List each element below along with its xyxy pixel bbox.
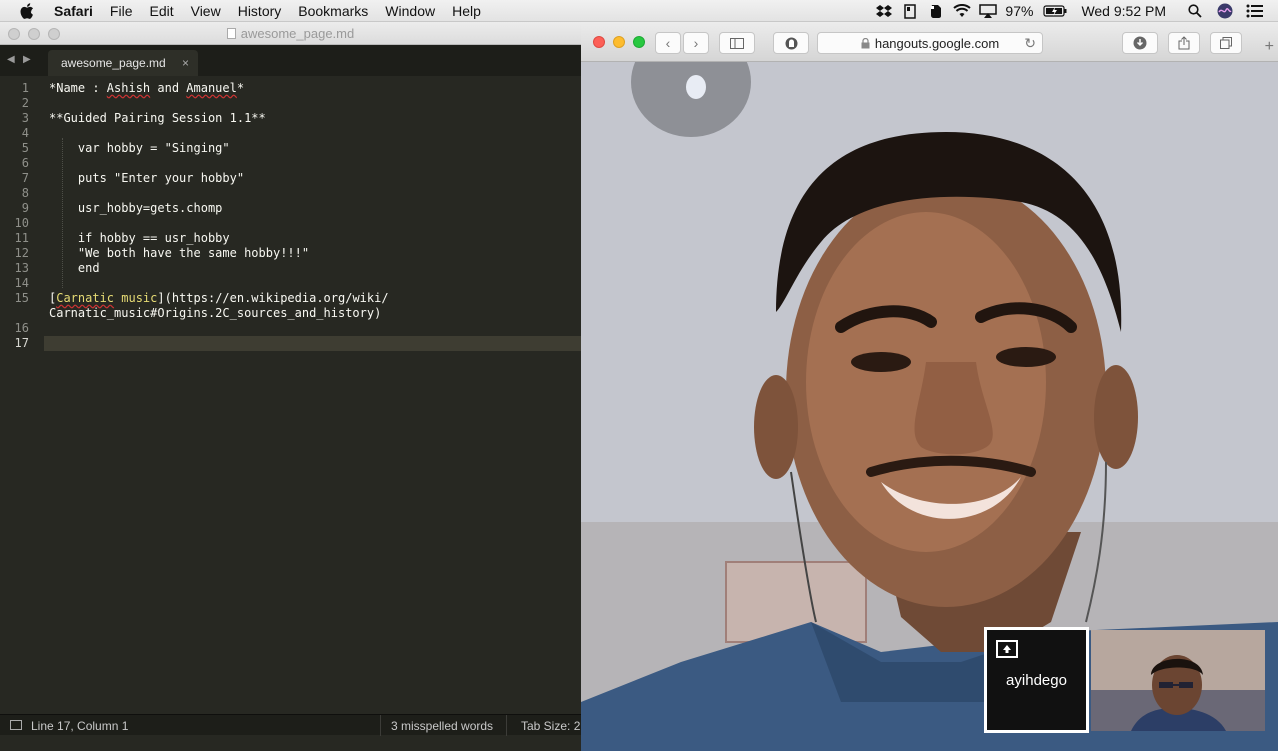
menu-clock[interactable]: Wed 9:52 PM xyxy=(1081,3,1166,19)
back-button[interactable]: ‹ xyxy=(655,32,681,54)
notes-icon[interactable] xyxy=(901,3,919,19)
editor-text-area[interactable]: 1 *Name : Ashish and Amanuel* 2 3 **Guided… xyxy=(0,78,581,714)
code-text: **Guided Pairing Session 1.1** xyxy=(49,111,266,125)
forward-button[interactable]: › xyxy=(683,32,709,54)
line-number: 3 xyxy=(21,111,29,125)
line-number: 1 xyxy=(21,81,29,95)
wifi-icon[interactable] xyxy=(953,3,972,19)
participant-name: ayihdego xyxy=(1006,672,1067,689)
tab-label: awesome_page.md xyxy=(61,56,166,70)
line-number: 12 xyxy=(14,246,29,260)
chevron-left-icon: ‹ xyxy=(665,35,671,51)
status-divider xyxy=(380,715,381,736)
evernote-icon[interactable] xyxy=(927,3,945,19)
menu-window[interactable]: Window xyxy=(385,3,435,19)
menu-view[interactable]: View xyxy=(191,3,221,19)
self-view-frame xyxy=(1091,630,1265,731)
code-text: "We both have the same hobby!!!" xyxy=(49,246,310,260)
line-number: 4 xyxy=(21,126,29,140)
hangouts-main-video: ayihdego xyxy=(581,62,1278,751)
line-number: 16 xyxy=(14,321,29,335)
self-view-video[interactable] xyxy=(1091,630,1265,731)
menu-history[interactable]: History xyxy=(238,3,282,19)
line-number: 7 xyxy=(21,171,29,185)
current-line-highlight xyxy=(44,336,581,351)
chevron-right-icon: › xyxy=(693,35,699,51)
line-number: 5 xyxy=(21,141,29,155)
line-number: 17 xyxy=(14,336,29,350)
editor-window: awesome_page.md ◀ ▶ awesome_page.md × 1 *… xyxy=(0,22,581,751)
safari-close-button[interactable] xyxy=(593,36,605,48)
code-text: *Name : Ashish and Amanuel* xyxy=(49,81,245,95)
line-number: 14 xyxy=(14,276,29,290)
editor-titlebar[interactable]: awesome_page.md xyxy=(0,22,581,45)
safari-zoom-button[interactable] xyxy=(633,36,645,48)
editor-tab-bar: ◀ ▶ awesome_page.md × xyxy=(0,45,581,76)
tab-size-selector[interactable]: Tab Size: 2 xyxy=(521,719,580,733)
siri-icon[interactable] xyxy=(1216,3,1234,19)
notification-center-icon[interactable] xyxy=(1246,3,1264,19)
code-text: [Carnatic music](https://en.wikipedia.or… xyxy=(49,291,389,305)
spelling-status[interactable]: 3 misspelled words xyxy=(391,719,493,733)
menu-app-name[interactable]: Safari xyxy=(54,3,93,19)
code-text: Carnatic_music#Origins.2C_sources_and_hi… xyxy=(49,306,382,320)
tabs-overview-button[interactable] xyxy=(1210,32,1242,54)
code-text: usr_hobby=gets.chomp xyxy=(49,201,223,215)
address-bar[interactable]: hangouts.google.com ↻ xyxy=(817,32,1043,54)
menu-help[interactable]: Help xyxy=(452,3,481,19)
sidebar-icon xyxy=(730,37,744,49)
menu-edit[interactable]: Edit xyxy=(149,3,173,19)
editor-window-title: awesome_page.md xyxy=(0,26,581,41)
downloads-button[interactable] xyxy=(1122,32,1158,54)
safari-toolbar: ‹ › hangouts.google.com ↻ + xyxy=(581,22,1278,62)
line-number: 8 xyxy=(21,186,29,200)
tabs-icon xyxy=(1220,37,1232,49)
reload-icon[interactable]: ↻ xyxy=(1024,35,1036,52)
line-number: 9 xyxy=(21,201,29,215)
new-tab-icon[interactable]: + xyxy=(1265,38,1274,56)
participant-tile[interactable]: ayihdego xyxy=(984,627,1089,733)
line-number: 10 xyxy=(14,216,29,230)
line-number: 6 xyxy=(21,156,29,170)
apple-menu-icon[interactable] xyxy=(20,2,40,19)
status-divider xyxy=(506,715,507,736)
tab-close-icon[interactable]: × xyxy=(182,50,189,76)
code-text: if hobby == usr_hobby xyxy=(49,231,230,245)
sidebar-button[interactable] xyxy=(719,32,755,54)
battery-percent: 97% xyxy=(1005,3,1034,19)
code-text: puts "Enter your hobby" xyxy=(49,171,245,185)
panel-toggle-icon[interactable] xyxy=(10,720,22,730)
ghost-icon xyxy=(785,37,797,49)
code-text: var hobby = "Singing" xyxy=(49,141,230,155)
dropbox-icon[interactable] xyxy=(875,3,893,19)
menu-file[interactable]: File xyxy=(110,3,133,19)
share-icon xyxy=(1178,36,1190,50)
menu-extras: 97% Wed 9:52 PM xyxy=(875,0,1278,22)
line-number: 13 xyxy=(14,261,29,275)
menu-bar: Safari File Edit View History Bookmarks … xyxy=(0,0,1278,22)
safari-window: ‹ › hangouts.google.com ↻ + ayihdego xyxy=(581,22,1278,751)
code-text: end xyxy=(49,261,100,275)
ghostery-extension-button[interactable] xyxy=(773,32,809,54)
document-icon xyxy=(226,28,236,39)
line-number: 2 xyxy=(21,96,29,110)
download-icon xyxy=(1133,36,1147,50)
tab-prev-icon[interactable]: ◀ xyxy=(7,54,15,65)
battery-icon[interactable] xyxy=(1043,3,1067,19)
line-number: 11 xyxy=(14,231,29,245)
tab-next-icon[interactable]: ▶ xyxy=(23,54,31,65)
safari-minimize-button[interactable] xyxy=(613,36,625,48)
editor-title-text: awesome_page.md xyxy=(240,26,355,41)
cursor-position: Line 17, Column 1 xyxy=(31,719,129,733)
spotlight-icon[interactable] xyxy=(1186,3,1204,19)
menu-bookmarks[interactable]: Bookmarks xyxy=(298,3,368,19)
screen-share-icon[interactable] xyxy=(996,640,1018,658)
lock-icon xyxy=(861,37,870,48)
tab-awesome-page[interactable]: awesome_page.md × xyxy=(48,50,198,76)
editor-status-bar: Line 17, Column 1 3 misspelled words Tab… xyxy=(0,714,581,736)
share-button[interactable] xyxy=(1168,32,1200,54)
line-number: 15 xyxy=(14,291,29,305)
address-text: hangouts.google.com xyxy=(874,35,1000,51)
airplay-icon[interactable] xyxy=(979,3,998,19)
